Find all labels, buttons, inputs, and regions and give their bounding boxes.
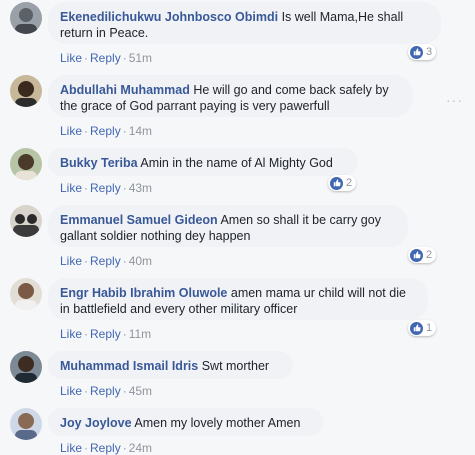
comment-bubble: Ekenedilichukwu Johnbosco Obimdi Is well…	[48, 2, 441, 44]
avatar[interactable]	[10, 148, 42, 180]
more-options-icon[interactable]: ···	[446, 92, 463, 108]
timestamp[interactable]: 14m	[129, 124, 152, 138]
comment-actions: Like · Reply · 11m	[60, 327, 152, 341]
comment-thread: Ekenedilichukwu Johnbosco Obimdi Is well…	[0, 0, 475, 455]
reply-button[interactable]: Reply	[90, 441, 121, 455]
comment-text: in battlefield and every other military …	[60, 302, 298, 316]
comment-bubble: Abdullahi Muhammad He will go and come b…	[48, 75, 413, 117]
commenter-name[interactable]: Emmanuel Samuel Gideon	[60, 213, 218, 227]
reaction-count[interactable]: 3	[408, 44, 437, 60]
commenter-name[interactable]: Ekenedilichukwu Johnbosco Obimdi	[60, 10, 278, 24]
comment-actions: Like · Reply · 14m	[60, 124, 153, 138]
comment-actions: Like · Reply · 51m	[60, 51, 153, 65]
like-button[interactable]: Like	[60, 124, 82, 138]
like-button[interactable]: Like	[60, 181, 82, 195]
thumbs-up-icon	[410, 248, 423, 262]
commenter-name[interactable]: Engr Habib Ibrahim Oluwole	[60, 286, 227, 300]
timestamp[interactable]: 40m	[129, 254, 152, 268]
comment-text: Amen so shall it be carry goy	[217, 213, 381, 227]
thumbs-up-icon	[410, 321, 423, 335]
avatar[interactable]	[10, 278, 42, 310]
avatar[interactable]	[10, 408, 42, 440]
comment-text: Swt morther	[198, 359, 270, 373]
reply-button[interactable]: Reply	[90, 384, 121, 398]
reaction-count[interactable]: 2	[408, 247, 437, 263]
comment-text: Amen my lovely mother Amen	[131, 416, 301, 430]
like-button[interactable]: Like	[60, 441, 82, 455]
reaction-number: 2	[346, 177, 353, 189]
commenter-name[interactable]: Abdullahi Muhammad	[60, 83, 190, 97]
avatar[interactable]	[10, 205, 42, 237]
reaction-count[interactable]: 2	[328, 175, 357, 191]
thumbs-up-icon	[330, 176, 343, 190]
avatar[interactable]	[10, 351, 42, 383]
comment-text: Amin in the name of Al Mighty God	[137, 156, 333, 170]
avatar[interactable]	[10, 75, 42, 107]
avatar[interactable]	[10, 2, 42, 34]
timestamp[interactable]: 11m	[129, 327, 151, 341]
comment-text: amen mama ur child will not die	[227, 286, 406, 300]
comment-bubble: Emmanuel Samuel Gideon Amen so shall it …	[48, 205, 408, 247]
comment-bubble: Engr Habib Ibrahim Oluwole amen mama ur …	[48, 278, 428, 320]
reaction-number: 3	[426, 46, 433, 58]
commenter-name[interactable]: Joy Joylove	[60, 416, 132, 430]
timestamp[interactable]: 51m	[129, 51, 152, 65]
comment-actions: Like · Reply · 40m	[60, 254, 153, 268]
comment-actions: Like · Reply · 24m	[60, 441, 153, 455]
comment-text: He will go and come back safely by	[189, 83, 389, 97]
comment-actions: Like · Reply · 45m	[60, 384, 153, 398]
like-button[interactable]: Like	[60, 327, 82, 341]
timestamp[interactable]: 24m	[129, 441, 152, 455]
comment-actions: Like · Reply · 43m	[60, 181, 153, 195]
comment-bubble: Bukky Teriba Amin in the name of Al Migh…	[48, 148, 358, 176]
timestamp[interactable]: 45m	[129, 384, 152, 398]
comment-text: return in Peace.	[60, 26, 149, 40]
reply-button[interactable]: Reply	[90, 327, 121, 341]
comment-bubble: Muhammad Ismail Idris Swt morther	[48, 351, 293, 379]
timestamp[interactable]: 43m	[129, 181, 152, 195]
reply-button[interactable]: Reply	[90, 181, 121, 195]
comment-text: gallant soldier nothing dey happen	[60, 229, 251, 243]
reaction-number: 1	[426, 322, 433, 334]
like-button[interactable]: Like	[60, 51, 82, 65]
reply-button[interactable]: Reply	[90, 254, 121, 268]
comment-text: the grace of God parrant paying is very …	[60, 99, 330, 113]
comment-bubble: Joy Joylove Amen my lovely mother Amen	[48, 408, 323, 436]
like-button[interactable]: Like	[60, 384, 82, 398]
reaction-count[interactable]: 1	[408, 320, 437, 336]
reaction-number: 2	[426, 249, 433, 261]
reply-button[interactable]: Reply	[90, 124, 121, 138]
comment-text: Is well Mama,He shall	[278, 10, 404, 24]
reply-button[interactable]: Reply	[90, 51, 121, 65]
commenter-name[interactable]: Muhammad Ismail Idris	[60, 359, 198, 373]
thumbs-up-icon	[410, 45, 423, 59]
like-button[interactable]: Like	[60, 254, 82, 268]
commenter-name[interactable]: Bukky Teriba	[60, 156, 138, 170]
